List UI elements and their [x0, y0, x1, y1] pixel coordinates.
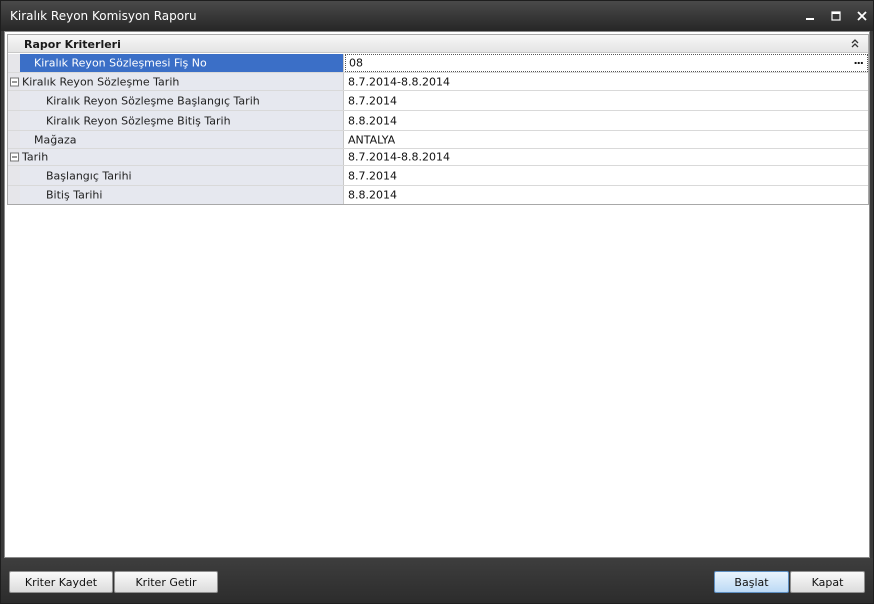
property-name[interactable]: Bitiş Tarihi: [20, 186, 344, 204]
chevron-double-up-icon: [851, 39, 859, 48]
property-grid: Rapor Kriterleri Kiralık Reyon Sözleşmes…: [7, 34, 869, 205]
collapse-icon[interactable]: [10, 152, 19, 162]
property-value-cell[interactable]: ANTALYA: [345, 131, 868, 148]
property-label: Kiralık Reyon Sözleşmesi Fiş No: [34, 56, 207, 70]
title-bar[interactable]: Kiralık Reyon Komisyon Raporu: [1, 1, 873, 31]
row-gutter: [8, 166, 20, 185]
property-name[interactable]: Mağaza: [20, 131, 344, 148]
property-row-magaza[interactable]: Mağaza ANTALYA: [8, 131, 868, 149]
property-name[interactable]: Kiralık Reyon Sözleşme Başlangıç Tarih: [20, 91, 344, 110]
property-row-fis-no[interactable]: Kiralık Reyon Sözleşmesi Fiş No 08 ···: [8, 54, 868, 73]
minimize-icon: [806, 18, 814, 20]
report-window: Kiralık Reyon Komisyon Raporu Rapor Krit…: [0, 0, 874, 604]
property-label: Kiralık Reyon Sözleşme Tarih: [22, 75, 180, 88]
property-label: Tarih: [22, 150, 49, 164]
property-value: 8.7.2014: [348, 169, 397, 182]
property-row-sozlesme-tarih[interactable]: Kiralık Reyon Sözleşme Tarih 8.7.2014-8.…: [8, 73, 868, 91]
property-label: Mağaza: [34, 133, 77, 146]
property-value-cell[interactable]: 8.7.2014-8.8.2014: [345, 149, 868, 165]
row-gutter: [8, 54, 20, 72]
minimize-button[interactable]: [799, 6, 821, 26]
property-row-baslangic-tarihi[interactable]: Başlangıç Tarihi 8.7.2014: [8, 166, 868, 186]
criteria-panel: Rapor Kriterleri Kiralık Reyon Sözleşmes…: [4, 31, 870, 558]
close-button[interactable]: Kapat: [790, 571, 865, 593]
property-name[interactable]: Başlangıç Tarihi: [20, 166, 344, 185]
close-icon: [857, 11, 867, 21]
ellipsis-button[interactable]: ···: [853, 57, 864, 70]
category-header[interactable]: Rapor Kriterleri: [8, 35, 868, 53]
row-gutter: [8, 91, 20, 110]
maximize-icon: [831, 11, 841, 21]
property-value[interactable]: 08: [349, 57, 363, 70]
row-gutter: [8, 186, 20, 204]
property-name[interactable]: Kiralık Reyon Sözleşme Bitiş Tarih: [20, 111, 344, 130]
load-criteria-button[interactable]: Kriter Getir: [114, 571, 218, 593]
start-button[interactable]: Başlat: [714, 571, 789, 593]
property-value: 8.7.2014-8.8.2014: [348, 75, 450, 88]
maximize-button[interactable]: [825, 6, 847, 26]
collapse-category-button[interactable]: [848, 36, 862, 50]
property-value: 8.7.2014-8.8.2014: [348, 150, 450, 164]
property-row-bitis-tarihi[interactable]: Bitiş Tarihi 8.8.2014: [8, 186, 868, 204]
property-value-cell[interactable]: 8.7.2014-8.8.2014: [345, 73, 868, 90]
property-label: Kiralık Reyon Sözleşme Başlangıç Tarih: [46, 94, 260, 107]
property-label: Başlangıç Tarihi: [46, 169, 132, 182]
row-gutter: [8, 149, 20, 165]
row-gutter: [8, 131, 20, 148]
close-window-button[interactable]: [851, 6, 873, 26]
property-name[interactable]: Kiralık Reyon Sözleşme Tarih: [20, 73, 344, 90]
property-row-tarih[interactable]: Tarih 8.7.2014-8.8.2014: [8, 149, 868, 166]
button-bar: Kriter Kaydet Kriter Getir Başlat Kapat: [1, 558, 873, 603]
property-row-sozlesme-baslangic[interactable]: Kiralık Reyon Sözleşme Başlangıç Tarih 8…: [8, 91, 868, 111]
property-name[interactable]: Tarih: [20, 149, 344, 165]
row-gutter: [8, 73, 20, 90]
collapse-icon[interactable]: [10, 77, 19, 86]
property-value: 8.8.2014: [348, 188, 397, 202]
property-label: Kiralık Reyon Sözleşme Bitiş Tarih: [46, 114, 231, 127]
property-value: ANTALYA: [348, 133, 396, 146]
property-label: Bitiş Tarihi: [46, 188, 103, 202]
property-value-cell[interactable]: 8.7.2014: [345, 91, 868, 110]
category-label: Rapor Kriterleri: [24, 38, 121, 51]
save-criteria-button[interactable]: Kriter Kaydet: [9, 571, 113, 593]
property-value-cell[interactable]: 8.8.2014: [345, 186, 868, 204]
window-title: Kiralık Reyon Komisyon Raporu: [10, 9, 197, 23]
property-value-cell[interactable]: 8.7.2014: [345, 166, 868, 185]
property-row-sozlesme-bitis[interactable]: Kiralık Reyon Sözleşme Bitiş Tarih 8.8.2…: [8, 111, 868, 131]
property-value: 8.7.2014: [348, 94, 397, 107]
property-value-cell[interactable]: 8.8.2014: [345, 111, 868, 130]
row-gutter: [8, 111, 20, 130]
property-value-editor[interactable]: 08 ···: [345, 54, 868, 72]
property-name[interactable]: Kiralık Reyon Sözleşmesi Fiş No: [20, 54, 344, 72]
property-value: 8.8.2014: [348, 114, 397, 127]
